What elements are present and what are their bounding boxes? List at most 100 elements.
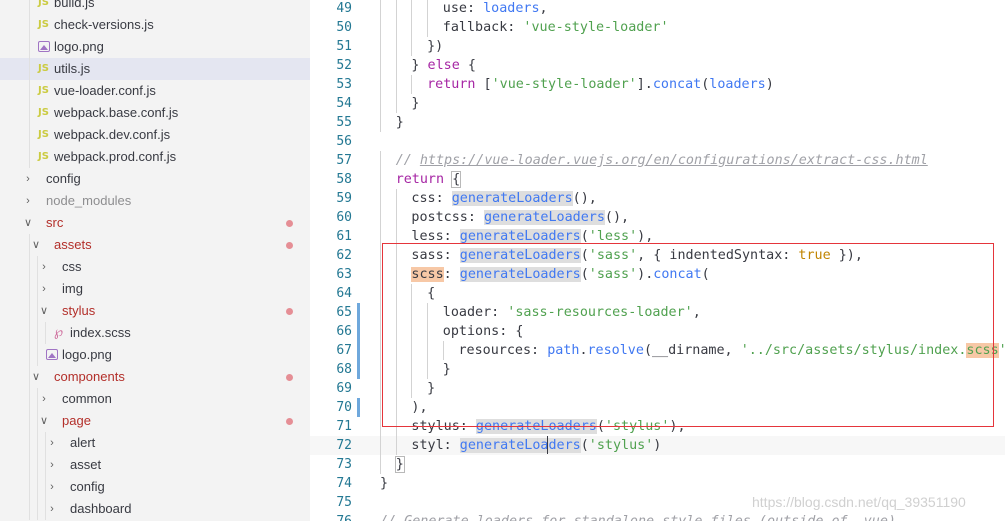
file-item[interactable]: JS utils.js bbox=[0, 58, 310, 80]
code-line[interactable]: 55} bbox=[310, 113, 1005, 132]
folder-item[interactable]: › dashboard bbox=[0, 498, 310, 520]
file-item[interactable]: JS webpack.base.conf.js bbox=[0, 102, 310, 124]
indent-guide bbox=[380, 151, 381, 170]
tree-item-label: asset bbox=[70, 457, 102, 472]
folder-item[interactable]: › common bbox=[0, 388, 310, 410]
folder-item[interactable]: › config bbox=[0, 476, 310, 498]
chevron-right-icon[interactable]: › bbox=[46, 476, 58, 498]
chevron-down-icon[interactable]: ∨ bbox=[30, 366, 42, 388]
code-line[interactable]: 53 return ['vue-style-loader'].concat(loa… bbox=[310, 75, 1005, 94]
code-line[interactable]: 65 loader: 'sass-resources-loader', bbox=[310, 303, 1005, 322]
code-line[interactable]: 61 less: generateLoaders('less'), bbox=[310, 227, 1005, 246]
code-line[interactable]: 71 stylus: generateLoaders('stylus'), bbox=[310, 417, 1005, 436]
code-line[interactable]: 69} bbox=[310, 379, 1005, 398]
code-token: { bbox=[427, 286, 436, 301]
code-line[interactable]: 54} bbox=[310, 94, 1005, 113]
chevron-right-icon[interactable]: › bbox=[38, 256, 50, 278]
code-token: generateLoaders bbox=[459, 267, 581, 282]
folder-item[interactable]: ∨ components bbox=[0, 366, 310, 388]
file-item[interactable]: logo.png bbox=[0, 36, 310, 58]
code-line[interactable]: 52} else { bbox=[310, 56, 1005, 75]
indent-guide bbox=[395, 322, 397, 341]
file-item[interactable]: JS build.js bbox=[0, 0, 310, 14]
chevron-right-icon[interactable]: › bbox=[38, 388, 50, 410]
code-token: loaders bbox=[483, 1, 540, 16]
code-token: 'less' bbox=[588, 229, 638, 244]
code-line[interactable]: 68} bbox=[310, 360, 1005, 379]
code-editor[interactable]: 49 use: loaders, 50 fallback: 'vue-style-lo… bbox=[310, 0, 1005, 521]
code-line[interactable]: 76 // Generate loaders for standalone sty… bbox=[310, 512, 1005, 521]
indent-guide bbox=[380, 303, 381, 322]
code-line[interactable]: 66 options: { bbox=[310, 322, 1005, 341]
folder-item[interactable]: › config bbox=[0, 168, 310, 190]
chevron-right-icon[interactable]: › bbox=[22, 190, 34, 212]
code-line[interactable]: 57 // https://vue-loader.vuejs.org/en/con… bbox=[310, 151, 1005, 170]
line-number: 58 bbox=[336, 172, 352, 187]
code-line[interactable]: 64 { bbox=[310, 284, 1005, 303]
code-line[interactable]: 62 sass: generateLoaders('sass', { indent… bbox=[310, 246, 1005, 265]
indent-guide bbox=[380, 398, 381, 417]
code-token: scss bbox=[411, 267, 444, 282]
indent-guide bbox=[411, 284, 413, 303]
code-line[interactable]: 70), bbox=[310, 398, 1005, 417]
code-token: 'sass' bbox=[588, 267, 638, 282]
code-token: loaders bbox=[709, 77, 766, 92]
indent-guide bbox=[395, 189, 397, 208]
folder-item[interactable]: › css bbox=[0, 256, 310, 278]
folder-item[interactable]: ∨ assets bbox=[0, 234, 310, 256]
chevron-down-icon[interactable]: ∨ bbox=[22, 212, 34, 234]
file-item[interactable]: JS check-versions.js bbox=[0, 14, 310, 36]
chevron-right-icon[interactable]: › bbox=[38, 278, 50, 300]
chevron-right-icon[interactable]: › bbox=[46, 498, 58, 520]
chevron-down-icon[interactable]: ∨ bbox=[38, 410, 50, 432]
code-line[interactable]: 72 styl: generateLoaders('stylus') bbox=[310, 436, 1005, 455]
code-line[interactable]: 51}) bbox=[310, 37, 1005, 56]
file-item[interactable]: ℘ index.scss bbox=[0, 322, 310, 344]
folder-item[interactable]: › img bbox=[0, 278, 310, 300]
file-item[interactable]: logo.png bbox=[0, 344, 310, 366]
chevron-right-icon[interactable]: › bbox=[22, 168, 34, 190]
chevron-down-icon[interactable]: ∨ bbox=[30, 234, 42, 256]
file-item[interactable]: JS webpack.prod.conf.js bbox=[0, 146, 310, 168]
code-line[interactable]: 73} bbox=[310, 455, 1005, 474]
folder-item[interactable]: ∨ page bbox=[0, 410, 310, 432]
folder-item[interactable]: › asset bbox=[0, 454, 310, 476]
line-number: 52 bbox=[336, 58, 352, 73]
indent-guide bbox=[380, 455, 381, 474]
code-line[interactable]: 56 bbox=[310, 132, 1005, 151]
tree-item-label: img bbox=[62, 281, 83, 296]
tree-item-label: vue-loader.conf.js bbox=[54, 83, 156, 98]
code-line[interactable]: 59 css: generateLoaders(), bbox=[310, 189, 1005, 208]
code-token: ) bbox=[765, 77, 774, 92]
line-number: 57 bbox=[336, 153, 352, 168]
tree-item-label: build.js bbox=[54, 0, 95, 10]
code-line[interactable]: 49 use: loaders, bbox=[310, 0, 1005, 18]
indent-guide bbox=[427, 360, 429, 379]
chevron-right-icon[interactable]: › bbox=[46, 432, 58, 454]
indent-guide bbox=[411, 341, 413, 360]
code-line[interactable]: 58 return { bbox=[310, 170, 1005, 189]
tree-item-label: components bbox=[54, 369, 125, 384]
code-token: less: bbox=[411, 229, 460, 244]
file-item[interactable]: JS webpack.dev.conf.js bbox=[0, 124, 310, 146]
code-text: }) bbox=[427, 37, 443, 56]
indent-guide bbox=[380, 170, 381, 189]
indent-guide bbox=[427, 18, 429, 37]
folder-item[interactable]: ∨ src bbox=[0, 212, 310, 234]
code-line[interactable]: 63 scss: generateLoaders('sass').concat( bbox=[310, 265, 1005, 284]
chevron-right-icon[interactable]: › bbox=[46, 454, 58, 476]
code-line[interactable]: 50 fallback: 'vue-style-loader' bbox=[310, 18, 1005, 37]
code-line[interactable]: 67 resources: path.resolve(__dirname, '..… bbox=[310, 341, 1005, 360]
line-number: 73 bbox=[336, 457, 352, 472]
chevron-down-icon[interactable]: ∨ bbox=[38, 300, 50, 322]
code-line[interactable]: 74} bbox=[310, 474, 1005, 493]
folder-item[interactable]: ∨ stylus bbox=[0, 300, 310, 322]
file-item[interactable]: JS vue-loader.conf.js bbox=[0, 80, 310, 102]
js-file-icon: JS bbox=[38, 107, 49, 118]
folder-item[interactable]: › alert bbox=[0, 432, 310, 454]
folder-item[interactable]: › node_modules bbox=[0, 190, 310, 212]
code-token: , { indentedSyntax: bbox=[637, 248, 799, 263]
code-line[interactable]: 60 postcss: generateLoaders(), bbox=[310, 208, 1005, 227]
code-token: '../src/assets/stylus/index. bbox=[740, 343, 967, 358]
code-token: https://vue-loader.vuejs.org/en/configur… bbox=[419, 153, 928, 168]
